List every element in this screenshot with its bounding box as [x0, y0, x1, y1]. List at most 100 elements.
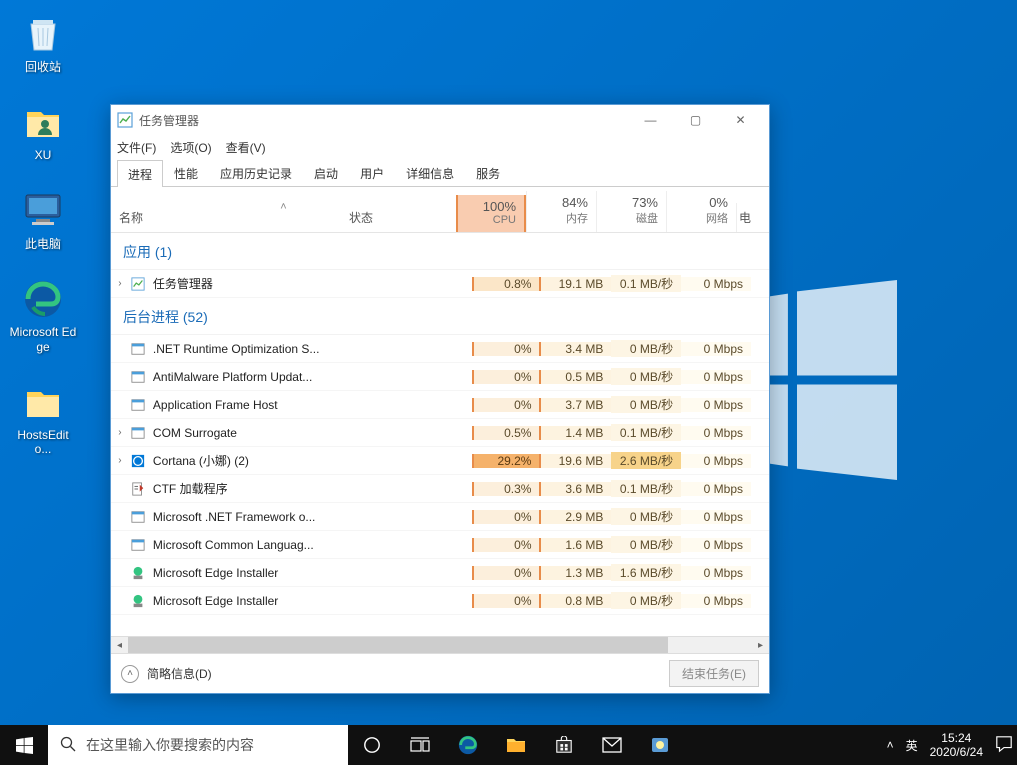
clock[interactable]: 15:24 2020/6/24	[930, 731, 983, 760]
close-button[interactable]: ✕	[718, 105, 763, 135]
tab-6[interactable]: 服务	[465, 159, 511, 186]
process-icon	[129, 397, 147, 413]
search-box[interactable]: 在这里输入你要搜索的内容	[48, 725, 348, 765]
task-manager-icon	[117, 112, 133, 128]
taskbar-app-icon[interactable]	[636, 725, 684, 765]
process-row[interactable]: AntiMalware Platform Updat...0%0.5 MB0 M…	[111, 363, 769, 391]
memory-cell: 3.4 MB	[541, 342, 611, 356]
maximize-button[interactable]: ▢	[673, 105, 718, 135]
process-icon	[129, 509, 147, 525]
disk-cell: 0 MB/秒	[611, 396, 681, 413]
process-row[interactable]: Microsoft .NET Framework o...0%2.9 MB0 M…	[111, 503, 769, 531]
icon-label: XU	[35, 148, 52, 162]
icon-label: HostsEdito...	[9, 428, 77, 457]
scroll-right-icon[interactable]: ▸	[752, 637, 769, 653]
tab-0[interactable]: 进程	[117, 160, 163, 187]
process-list[interactable]: 应用 (1)›任务管理器0.8%19.1 MB0.1 MB/秒0 Mbps后台进…	[111, 233, 769, 636]
desktop-icon-edge[interactable]: Microsoft Edge	[8, 273, 78, 358]
process-name: Microsoft Edge Installer	[153, 566, 357, 580]
process-row[interactable]: Microsoft Common Languag...0%1.6 MB0 MB/…	[111, 531, 769, 559]
memory-cell: 19.6 MB	[541, 454, 611, 468]
process-row[interactable]: Microsoft Edge Installer0%1.3 MB1.6 MB/秒…	[111, 559, 769, 587]
desktop-icon-thispc[interactable]: 此电脑	[8, 185, 78, 255]
disk-cell: 0.1 MB/秒	[611, 424, 681, 441]
desktop-icon-recycle[interactable]: 回收站	[8, 8, 78, 78]
process-row[interactable]: Application Frame Host0%3.7 MB0 MB/秒0 Mb…	[111, 391, 769, 419]
group-header[interactable]: 应用 (1)	[111, 233, 769, 270]
process-row[interactable]: ›Cortana (小娜) (2)29.2%19.6 MB2.6 MB/秒0 M…	[111, 447, 769, 475]
col-status[interactable]: 状态	[341, 203, 456, 232]
col-extra[interactable]: 电	[736, 203, 754, 232]
tab-1[interactable]: 性能	[163, 159, 209, 186]
process-icon	[129, 369, 147, 385]
memory-cell: 1.6 MB	[541, 538, 611, 552]
memory-cell: 2.9 MB	[541, 510, 611, 524]
process-name: CTF 加载程序	[153, 480, 357, 497]
process-icon	[129, 593, 147, 609]
memory-cell: 3.7 MB	[541, 398, 611, 412]
tabs: 进程性能应用历史记录启动用户详细信息服务	[111, 159, 769, 187]
process-row[interactable]: ›COM Surrogate0.5%1.4 MB0.1 MB/秒0 Mbps	[111, 419, 769, 447]
desktop-icon-hosts[interactable]: HostsEdito...	[8, 376, 78, 461]
cpu-cell: 0.8%	[472, 277, 542, 291]
footer: ˄ 简略信息(D) 结束任务(E)	[111, 653, 769, 693]
network-cell: 0 Mbps	[681, 454, 751, 468]
tab-4[interactable]: 用户	[349, 159, 395, 186]
tray-chevron-icon[interactable]: ˄	[887, 738, 894, 752]
taskbar-store-icon[interactable]	[540, 725, 588, 765]
tab-2[interactable]: 应用历史记录	[209, 159, 303, 186]
process-row[interactable]: ›任务管理器0.8%19.1 MB0.1 MB/秒0 Mbps	[111, 270, 769, 298]
horizontal-scrollbar[interactable]: ◂ ▸	[111, 636, 769, 653]
fewer-details-button[interactable]: 简略信息(D)	[147, 665, 212, 682]
minimize-button[interactable]: —	[628, 105, 673, 135]
network-cell: 0 Mbps	[681, 482, 751, 496]
taskbar-mail-icon[interactable]	[588, 725, 636, 765]
fewer-details-icon[interactable]: ˄	[121, 665, 139, 683]
process-row[interactable]: CTF 加载程序0.3%3.6 MB0.1 MB/秒0 Mbps	[111, 475, 769, 503]
menu-options[interactable]: 选项(O)	[170, 139, 211, 156]
cpu-cell: 29.2%	[472, 454, 542, 468]
process-name: COM Surrogate	[153, 426, 357, 440]
expand-icon[interactable]: ›	[111, 427, 129, 438]
taskbar-edge-icon[interactable]	[444, 725, 492, 765]
disk-cell: 0.1 MB/秒	[611, 480, 681, 497]
process-icon	[129, 453, 147, 469]
ime-indicator[interactable]: 英	[906, 737, 918, 754]
notifications-icon[interactable]	[995, 735, 1013, 756]
network-cell: 0 Mbps	[681, 277, 751, 291]
desktop-icon-xu[interactable]: XU	[8, 96, 78, 166]
menu-file[interactable]: 文件(F)	[117, 139, 156, 156]
process-icon	[129, 341, 147, 357]
col-name[interactable]: 名称	[111, 203, 341, 232]
titlebar[interactable]: 任务管理器 — ▢ ✕	[111, 105, 769, 135]
edge-icon	[21, 277, 65, 321]
taskbar: 在这里输入你要搜索的内容 ˄ 英 15:24 2020/6/24	[0, 725, 1017, 765]
process-row[interactable]: Microsoft Edge Installer0%0.8 MB0 MB/秒0 …	[111, 587, 769, 615]
col-memory[interactable]: 84%内存	[526, 191, 596, 232]
group-header[interactable]: 后台进程 (52)	[111, 298, 769, 335]
tab-5[interactable]: 详细信息	[395, 159, 465, 186]
process-icon	[129, 481, 147, 497]
end-task-button[interactable]: 结束任务(E)	[669, 660, 759, 687]
col-disk[interactable]: 73%磁盘	[596, 191, 666, 232]
search-placeholder: 在这里输入你要搜索的内容	[86, 735, 254, 755]
scroll-thumb[interactable]	[128, 637, 668, 653]
disk-cell: 0 MB/秒	[611, 508, 681, 525]
menu-view[interactable]: 查看(V)	[226, 139, 266, 156]
col-network[interactable]: 0%网络	[666, 191, 736, 232]
memory-cell: 1.4 MB	[541, 426, 611, 440]
memory-cell: 1.3 MB	[541, 566, 611, 580]
disk-cell: 0 MB/秒	[611, 592, 681, 609]
network-cell: 0 Mbps	[681, 370, 751, 384]
col-cpu[interactable]: 100%CPU	[456, 195, 526, 232]
cortana-circle-icon[interactable]	[348, 725, 396, 765]
task-view-icon[interactable]	[396, 725, 444, 765]
expand-icon[interactable]: ›	[111, 455, 129, 466]
process-name: .NET Runtime Optimization S...	[153, 342, 357, 356]
taskbar-explorer-icon[interactable]	[492, 725, 540, 765]
scroll-left-icon[interactable]: ◂	[111, 637, 128, 653]
process-row[interactable]: .NET Runtime Optimization S...0%3.4 MB0 …	[111, 335, 769, 363]
start-button[interactable]	[0, 725, 48, 765]
expand-icon[interactable]: ›	[111, 278, 129, 289]
tab-3[interactable]: 启动	[303, 159, 349, 186]
